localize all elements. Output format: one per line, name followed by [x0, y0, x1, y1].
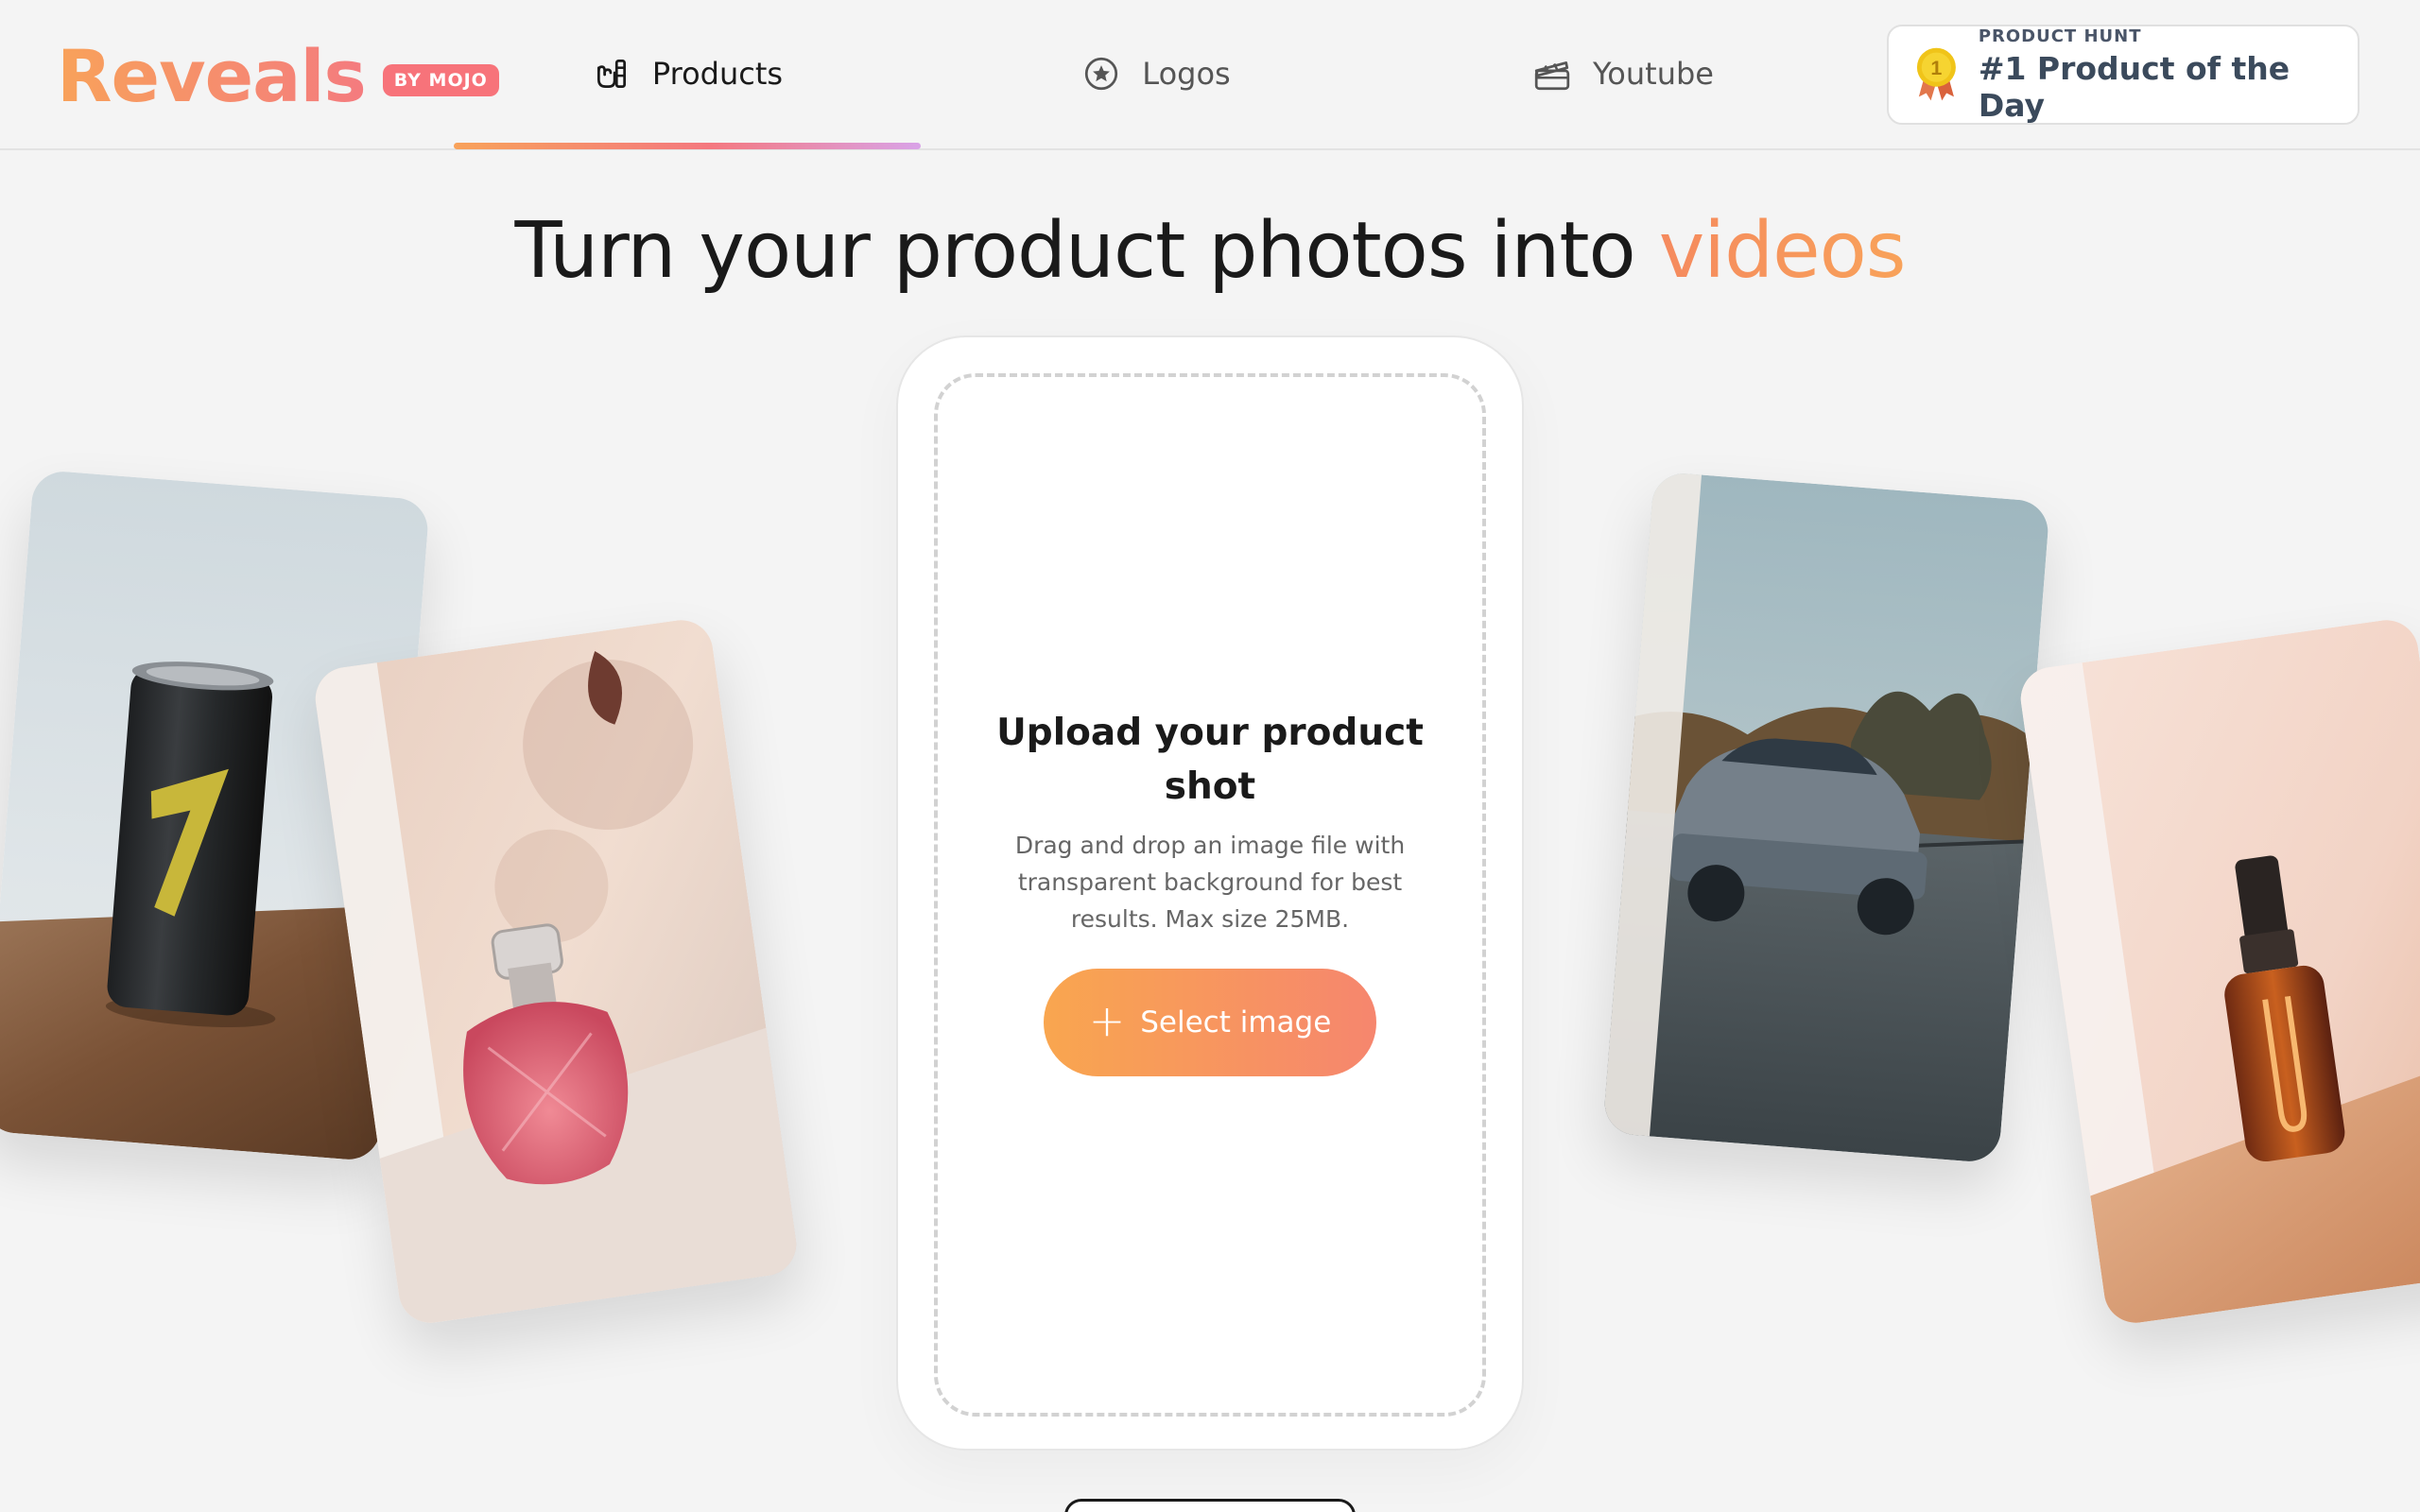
upload-heading: Upload your product shot	[996, 712, 1424, 808]
upload-description: Drag and drop an image file with transpa…	[1014, 832, 1406, 933]
product-hunt-title: #1 Product of the Day	[1978, 49, 2290, 124]
brand-name: Reveals	[57, 33, 367, 118]
select-image-button[interactable]: + Select image	[1044, 969, 1376, 1076]
tab-logos-label: Logos	[1142, 56, 1231, 92]
tab-products[interactable]: Products	[454, 0, 921, 149]
medal-number: 1	[1930, 57, 1942, 79]
active-tab-indicator	[454, 143, 921, 149]
product-hunt-kicker: PRODUCT HUNT	[1978, 26, 2142, 46]
brand-logo[interactable]: Reveals BY MOJO	[57, 28, 499, 123]
car-photo	[1602, 471, 2050, 1164]
serum-bottle-photo	[2016, 615, 2420, 1328]
tab-logos[interactable]: Logos	[923, 0, 1390, 149]
hand-bottle-icon	[596, 59, 626, 89]
tab-products-label: Products	[651, 56, 784, 92]
medal-icon: 1	[1916, 47, 1956, 101]
plus-icon: +	[1088, 995, 1126, 1046]
clapperboard-icon	[1534, 61, 1570, 91]
tab-youtube-label: Youtube	[1593, 56, 1714, 92]
page: Reveals BY MOJO Products Logos Youtube 1…	[0, 0, 2420, 1512]
hero-title-accent: videos	[1658, 206, 1907, 296]
top-nav-bar: Reveals BY MOJO Products Logos Youtube 1…	[0, 0, 2420, 150]
product-hunt-badge[interactable]: 1 PRODUCT HUNT #1 Product of the Day	[1887, 25, 2360, 125]
perfume-bottle-photo	[311, 615, 801, 1328]
select-image-label: Select image	[1140, 1005, 1332, 1040]
upload-card: Upload your product shot Drag and drop a…	[896, 335, 1524, 1451]
hero-title-prefix: Turn your product photos into	[514, 206, 1636, 296]
secondary-button[interactable]	[1064, 1499, 1356, 1512]
hero-title: Turn your product photos into videos	[0, 206, 2420, 296]
star-circle-icon	[1085, 57, 1118, 91]
tab-youtube[interactable]: Youtube	[1390, 0, 1857, 149]
